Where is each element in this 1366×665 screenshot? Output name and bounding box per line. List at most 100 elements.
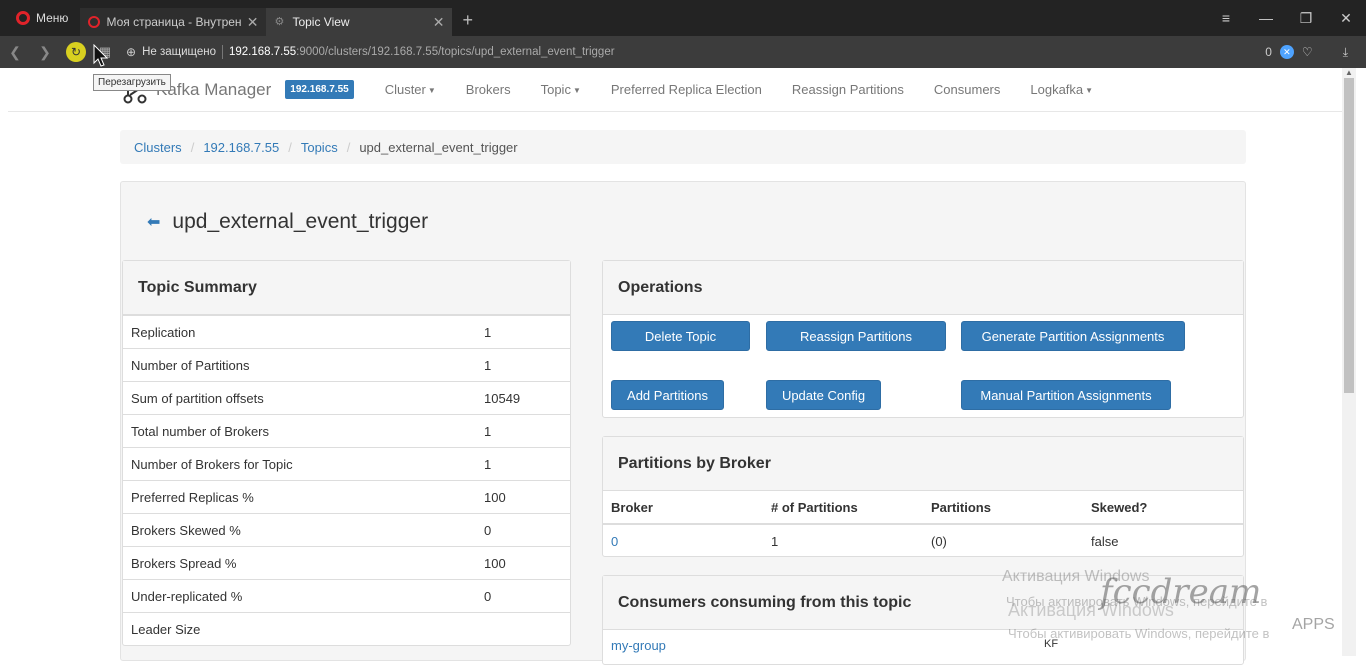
table-row: Under-replicated % 0 — [123, 579, 570, 613]
add-partitions-button[interactable]: Add Partitions — [611, 380, 724, 410]
broker-link[interactable]: 0 — [611, 534, 618, 549]
breadcrumb-separator: / — [288, 139, 292, 155]
web-page: Kafka Manager 192.168.7.55 Cluster ▼ Brok… — [0, 68, 1356, 665]
vk-favicon-icon — [88, 16, 101, 28]
url-field[interactable]: ⊕ Не защищено 192.168.7.55:9000/clusters… — [126, 41, 1216, 63]
table-row: Total number of Brokers 1 — [123, 414, 570, 448]
browser-tab-bar: Меню Моя страница - Внутрен ✕ ⚙ Topic Vi… — [0, 0, 1366, 36]
generate-partition-assignments-button[interactable]: Generate Partition Assignments — [961, 321, 1185, 351]
topic-view-panel: ⬅ upd_external_event_trigger Topic Summa… — [120, 181, 1246, 665]
window-controls: ≡ — ❐ ✕ — [1206, 0, 1366, 36]
nav-brokers[interactable]: Brokers — [451, 82, 526, 97]
page-title: ⬅ upd_external_event_trigger — [147, 210, 428, 234]
breadcrumb-separator: / — [190, 139, 195, 155]
tab-title: Topic View — [292, 15, 350, 29]
forward-icon[interactable]: ❯ — [30, 44, 60, 61]
table-row: Brokers Spread % 100 — [123, 546, 570, 580]
nav-cluster[interactable]: Cluster ▼ — [370, 82, 451, 97]
address-bar-right: 0 ✕ ♡ ⤓ — [1265, 45, 1366, 60]
summary-value — [476, 612, 570, 646]
recorder-watermark-logo: fccdream — [1100, 572, 1262, 612]
browser-tab-2[interactable]: ⚙ Topic View ✕ — [266, 8, 453, 36]
summary-label: Under-replicated % — [123, 579, 476, 613]
globe-icon: ⊕ — [126, 45, 137, 59]
cluster-badge: 192.168.7.55 — [285, 80, 354, 99]
reassign-partitions-button[interactable]: Reassign Partitions — [766, 321, 946, 351]
summary-label: Number of Partitions — [123, 348, 476, 382]
browser-menu-label: Меню — [36, 11, 69, 25]
table-row: Number of Partitions 1 — [123, 348, 570, 382]
restore-icon[interactable]: ❐ — [1286, 10, 1326, 27]
delete-topic-button[interactable]: Delete Topic — [611, 321, 750, 351]
table-row: Sum of partition offsets 10549 — [123, 381, 570, 415]
scrollbar-thumb[interactable] — [1344, 78, 1354, 393]
column-header: Partitions — [923, 491, 1083, 525]
browser-menu-button[interactable]: Меню — [0, 0, 80, 36]
kf-label: KF — [1044, 638, 1059, 650]
nav-consumers[interactable]: Consumers — [919, 82, 1015, 97]
url-host: 192.168.7.55 — [229, 46, 297, 58]
summary-value: 0 — [476, 579, 570, 613]
table-row: Number of Brokers for Topic 1 — [123, 447, 570, 481]
update-config-button[interactable]: Update Config — [766, 380, 881, 410]
nav-logkafka[interactable]: Logkafka ▼ — [1015, 82, 1108, 97]
table-row: Preferred Replicas % 100 — [123, 480, 570, 514]
partition-list: (0) — [931, 533, 947, 549]
breadcrumb-topics[interactable]: Topics — [301, 140, 338, 155]
summary-label: Number of Brokers for Topic — [123, 447, 476, 481]
summary-label: Preferred Replicas % — [123, 480, 476, 514]
nav-preferred-replica-election[interactable]: Preferred Replica Election — [596, 82, 777, 97]
topic-name: upd_external_event_trigger — [172, 210, 429, 233]
caret-down-icon: ▼ — [1085, 86, 1094, 96]
table-row: Replication 1 — [123, 315, 570, 349]
scroll-up-icon[interactable]: ▲ — [1345, 68, 1353, 77]
nav-reassign-partitions[interactable]: Reassign Partitions — [777, 82, 919, 97]
kafka-favicon-icon: ⚙ — [274, 16, 285, 28]
table-row: Brokers Skewed % 0 — [123, 513, 570, 547]
partitions-by-broker-heading: Partitions by Broker — [603, 437, 1243, 491]
new-tab-button[interactable]: + — [452, 10, 483, 31]
adblock-icon[interactable]: ✕ — [1279, 45, 1294, 59]
summary-value: 1 — [476, 447, 570, 481]
topic-summary-panel: Topic Summary Replication 1 Number of Part… — [122, 260, 571, 646]
summary-label: Sum of partition offsets — [123, 381, 476, 415]
breadcrumb-current-topic: upd_external_event_trigger — [359, 139, 518, 155]
consumer-group-link[interactable]: my-group — [611, 638, 666, 653]
tab-menu-icon[interactable]: ≡ — [1206, 10, 1246, 26]
recorder-watermark-sub: APPS — [1292, 616, 1335, 633]
summary-label: Brokers Spread % — [123, 546, 476, 580]
download-icon[interactable]: ⤓ — [1343, 45, 1348, 60]
operations-body: Delete Topic Reassign Partitions Generat… — [603, 315, 1243, 435]
adblock-count: 0 — [1265, 45, 1272, 59]
minimize-icon[interactable]: — — [1246, 10, 1286, 26]
address-bar: ❮ ❯ ↻ ▦ ⊕ Не защищено 192.168.7.55:9000/… — [0, 36, 1366, 68]
topic-summary-heading: Topic Summary — [123, 261, 570, 315]
partitions-by-broker-table: Broker # of Partitions Partitions Skewed… — [603, 491, 1243, 557]
url-path: :9000/clusters/192.168.7.55/topics/upd_e… — [296, 46, 615, 58]
page-scrollbar[interactable]: ▲ — [1342, 68, 1356, 656]
nav-links: Cluster ▼ Brokers Topic ▼ Preferred Replic… — [370, 82, 1108, 97]
tab-title: Моя страница - Внутрен — [106, 15, 241, 29]
brand-title: Kafka Manager — [156, 79, 272, 99]
back-icon[interactable]: ❮ — [0, 44, 30, 61]
summary-label: Replication — [123, 315, 476, 349]
caret-down-icon: ▼ — [572, 86, 581, 96]
browser-tab-1[interactable]: Моя страница - Внутрен ✕ — [80, 8, 267, 36]
nav-topic[interactable]: Topic ▼ — [526, 82, 596, 97]
breadcrumb-cluster[interactable]: 192.168.7.55 — [203, 140, 279, 155]
breadcrumb-clusters[interactable]: Clusters — [134, 140, 182, 155]
back-arrow-icon[interactable]: ⬅ — [147, 212, 160, 232]
kafka-navbar: Kafka Manager 192.168.7.55 Cluster ▼ Brok… — [8, 68, 1350, 112]
summary-value: 1 — [476, 315, 570, 349]
close-tab-icon[interactable]: ✕ — [247, 14, 259, 31]
close-window-icon[interactable]: ✕ — [1326, 10, 1366, 27]
opera-logo-icon — [16, 11, 30, 25]
manual-partition-assignments-button[interactable]: Manual Partition Assignments — [961, 380, 1171, 410]
table-row: 0 1 (0) false — [603, 524, 1243, 557]
heart-icon[interactable]: ♡ — [1302, 45, 1313, 59]
caret-down-icon: ▼ — [427, 86, 436, 96]
url-separator — [222, 45, 223, 59]
reload-icon[interactable]: ↻ — [66, 42, 86, 62]
partitions-by-broker-panel: Partitions by Broker Broker # of Partiti… — [602, 436, 1244, 557]
close-tab-icon[interactable]: ✕ — [433, 14, 445, 31]
